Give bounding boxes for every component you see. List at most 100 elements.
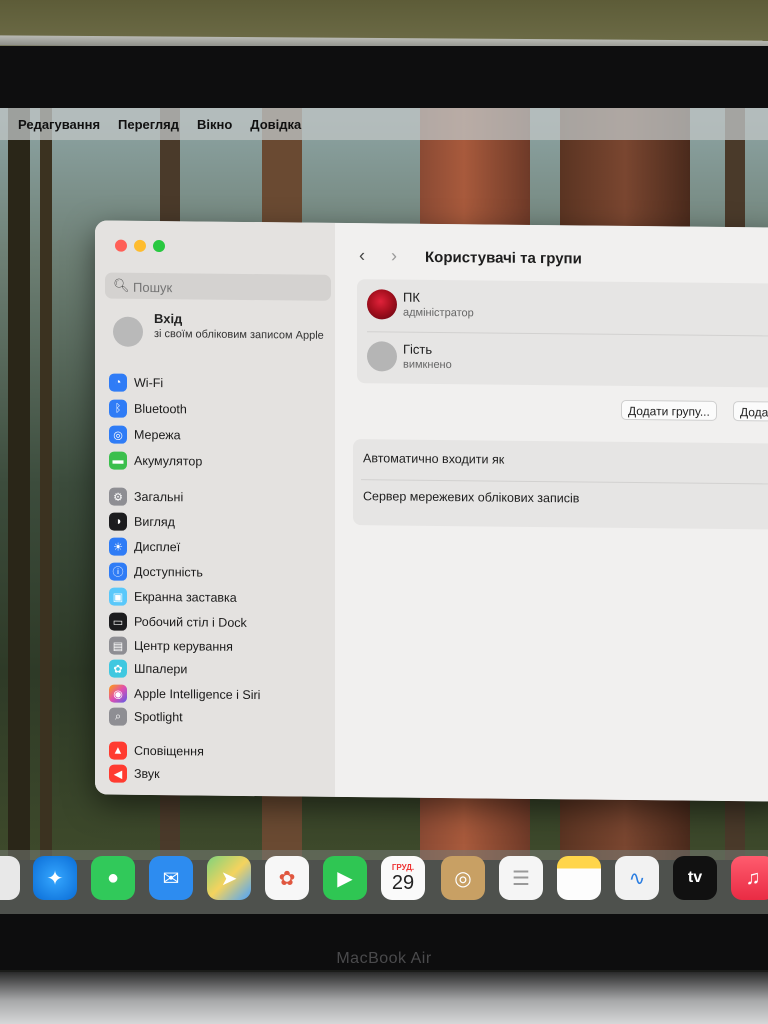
sidebar-item-desktop-dock[interactable]: ▭ Робочий стіл і Dock	[109, 612, 329, 634]
dock-app-apple-tv-icon[interactable]: tv	[673, 856, 717, 900]
sidebar-item-label: Мережа	[134, 427, 181, 443]
add-group-button[interactable]: Додати групу...	[621, 399, 717, 421]
dock-app-music-icon[interactable]: ♫	[731, 856, 768, 900]
menu-bar: Редагування Перегляд Вікно Довідка	[0, 108, 768, 140]
wallpaper-icon: ✿	[109, 659, 127, 678]
system-settings-window: 🔍︎ Вхід зі своїм обліковим записом Apple…	[95, 220, 768, 802]
screen: Редагування Перегляд Вікно Довідка 🔍︎ Вх…	[0, 108, 768, 860]
dock-app-launchpad-icon[interactable]	[0, 856, 20, 900]
users-groups-pane: ‹ › Користувачі та групи ПК адміністрато…	[335, 222, 768, 802]
sidebar-item-label: Екранна заставка	[134, 589, 237, 605]
person-icon	[113, 316, 143, 347]
dock-app-notes-icon[interactable]	[557, 856, 601, 900]
sidebar-item-control-center[interactable]: ▤ Центр керування	[109, 636, 329, 658]
sidebar-item-label: Центр керування	[134, 638, 233, 654]
user-role: вимкнено	[403, 358, 452, 372]
appearance-icon: ◑	[109, 512, 127, 531]
user-name: Гість	[403, 341, 433, 357]
laptop-base	[0, 972, 768, 1024]
chevron-right-icon[interactable]: ›	[391, 245, 397, 266]
control-center-icon: ▤	[109, 636, 127, 655]
sidebar-item-label: Вигляд	[134, 514, 175, 530]
page-title: Користувачі та групи	[425, 248, 582, 268]
apple-tv-label: tv	[687, 869, 703, 886]
dock-app-messages-icon[interactable]: ●	[91, 856, 135, 900]
sidebar-item-label: Дисплеї	[134, 539, 181, 555]
menu-edit[interactable]: Редагування	[18, 117, 100, 132]
dock-icon: ▭	[109, 612, 127, 631]
sidebar: 🔍︎ Вхід зі своїм обліковим записом Apple…	[95, 220, 335, 797]
wallpaper-trunk	[8, 108, 30, 860]
dock: ✦ ● ✉ ➤ ✿ ▶ ГРУД. 29 ◎ ☰ ∿ tv ♫	[0, 850, 768, 914]
network-account-server-option[interactable]: Сервер мережевих облікових записів	[363, 489, 579, 505]
notifications-icon: ▲	[109, 741, 127, 760]
sidebar-item-displays[interactable]: ☀ Дисплеї	[109, 537, 329, 559]
sidebar-item-spotlight[interactable]: ⌕ Spotlight	[109, 707, 329, 729]
sidebar-item-notifications[interactable]: ▲ Сповіщення	[109, 741, 329, 763]
sidebar-item-label: Apple Intelligence і Siri	[134, 686, 261, 703]
sidebar-item-label: Доступність	[134, 564, 203, 580]
spotlight-icon: ⌕	[109, 707, 127, 726]
dock-app-freeform-icon[interactable]: ∿	[615, 856, 659, 900]
calendar-day: 29	[391, 871, 415, 894]
battery-icon: ▬	[109, 451, 127, 470]
sidebar-item-sound[interactable]: ◀ Звук	[109, 764, 329, 786]
sound-icon: ◀	[109, 764, 127, 783]
user-role: адміністратор	[403, 306, 474, 320]
sidebar-item-battery[interactable]: ▬ Акумулятор	[109, 451, 329, 473]
close-window-button[interactable]	[115, 239, 127, 252]
users-list: ПК адміністратор Гість вимкнено	[357, 279, 768, 388]
menu-view[interactable]: Перегляд	[118, 117, 179, 132]
rose-avatar-icon	[367, 289, 397, 320]
sidebar-item-apple-intelligence-siri[interactable]: ◉ Apple Intelligence і Siri	[109, 684, 329, 706]
dock-app-contacts-icon[interactable]: ◎	[441, 856, 485, 900]
menu-help[interactable]: Довідка	[250, 117, 301, 132]
device-brand-label: MacBook Air	[336, 950, 432, 967]
gear-icon: ⚙	[109, 487, 127, 506]
user-row-admin[interactable]: ПК адміністратор	[357, 279, 768, 336]
minimize-window-button[interactable]	[134, 239, 146, 252]
screensaver-icon: ▣	[109, 587, 127, 606]
divider	[361, 479, 768, 485]
dock-app-safari-icon[interactable]: ✦	[33, 856, 77, 900]
menu-window[interactable]: Вікно	[197, 117, 232, 132]
sidebar-item-wallpaper[interactable]: ✿ Шпалери	[109, 659, 329, 681]
laptop-top-bezel	[0, 46, 768, 112]
sidebar-item-appearance[interactable]: ◑ Вигляд	[109, 512, 329, 534]
sidebar-item-screensaver[interactable]: ▣ Екранна заставка	[109, 587, 329, 609]
dock-app-maps-icon[interactable]: ➤	[207, 856, 251, 900]
user-row-guest[interactable]: Гість вимкнено	[357, 331, 768, 388]
sidebar-item-wifi[interactable]: ◔ Wi-Fi	[109, 373, 329, 395]
user-name: ПК	[403, 289, 420, 305]
bluetooth-icon: ᛒ	[109, 399, 127, 418]
dock-app-reminders-icon[interactable]: ☰	[499, 856, 543, 900]
search-input[interactable]	[131, 272, 325, 303]
dock-app-calendar-icon[interactable]: ГРУД. 29	[381, 856, 425, 900]
sidebar-item-label: Сповіщення	[134, 743, 204, 759]
sidebar-item-label: Bluetooth	[134, 401, 187, 417]
search-field[interactable]: 🔍︎	[105, 272, 331, 303]
add-user-button[interactable]: Дода	[733, 401, 768, 422]
sidebar-item-bluetooth[interactable]: ᛒ Bluetooth	[109, 399, 329, 421]
sidebar-item-label: Акумулятор	[134, 453, 203, 469]
search-icon: 🔍︎	[113, 277, 130, 293]
wallpaper-trunk	[40, 108, 52, 860]
dock-app-facetime-icon[interactable]: ▶	[323, 856, 367, 900]
sidebar-item-general[interactable]: ⚙ Загальні	[109, 487, 329, 509]
account-subtitle: зі своїм обліковим записом Apple	[154, 328, 324, 342]
apple-account-signin[interactable]: Вхід зі своїм обліковим записом Apple	[113, 311, 333, 363]
sidebar-item-network[interactable]: ◎ Мережа	[109, 425, 329, 447]
dock-app-photos-icon[interactable]: ✿	[265, 856, 309, 900]
globe-icon: ◎	[109, 425, 127, 444]
sidebar-item-label: Робочий стіл і Dock	[134, 614, 247, 630]
sidebar-item-label: Звук	[134, 766, 160, 782]
chevron-left-icon[interactable]: ‹	[359, 245, 365, 266]
login-options: Автоматично входити як Сервер мережевих …	[353, 439, 768, 530]
sidebar-item-label: Загальні	[134, 489, 184, 505]
dock-app-mail-icon[interactable]: ✉	[149, 856, 193, 900]
person-icon	[367, 341, 397, 372]
zoom-window-button[interactable]	[153, 239, 165, 253]
auto-login-option[interactable]: Автоматично входити як	[363, 451, 504, 466]
sidebar-item-label: Spotlight	[134, 709, 183, 725]
sidebar-item-accessibility[interactable]: ⓘ Доступність	[109, 562, 329, 584]
